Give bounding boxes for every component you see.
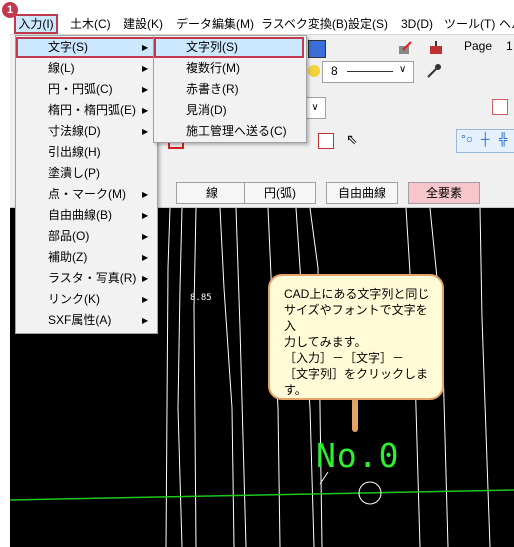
grid-icon[interactable] xyxy=(318,133,334,149)
line-sample xyxy=(347,71,393,72)
menu-item[interactable]: 自由曲線(B) ▶ xyxy=(16,205,155,226)
menu-raster-vector[interactable]: ラスベク変換(B) xyxy=(261,14,348,34)
submenu-arrow-icon: ▶ xyxy=(142,274,149,283)
callout-pointer xyxy=(352,398,358,432)
menu-item-label: 線(L) xyxy=(48,61,75,75)
menu-item[interactable]: 部品(O) ▶ xyxy=(16,226,155,247)
edit-icon[interactable] xyxy=(397,40,413,56)
menu-item[interactable]: 引出線(H) xyxy=(16,142,155,163)
menu-item[interactable]: 文字(S) ▶ xyxy=(16,37,155,58)
submenu-arrow-icon: ▶ xyxy=(142,106,149,115)
step-badge: 1 xyxy=(2,2,18,18)
menu-item-label: 点・マーク(M) xyxy=(48,187,126,201)
submenu-item-label: 赤書き(R) xyxy=(186,82,239,96)
tab-line[interactable]: 線 xyxy=(176,182,248,204)
input-menu: 文字(S) ▶ 線(L) ▶ 円・円弧(C) ▶ 楕円・楕円弧(E) ▶ 寸法線(D) ▶ 引出線(… xyxy=(15,35,158,334)
menu-item-label: 円・円弧(C) xyxy=(48,82,113,96)
submenu-item[interactable]: 赤書き(R) xyxy=(154,79,304,100)
menu-item-label: 塗潰し(P) xyxy=(48,166,100,180)
snap-center-icon[interactable]: °○ xyxy=(461,132,473,146)
menu-item[interactable]: 点・マーク(M) ▶ xyxy=(16,184,155,205)
snap-ortho-icon[interactable]: ╬ xyxy=(499,132,508,146)
submenu-item-label: 施工管理へ送る(C) xyxy=(186,124,287,138)
menu-construction[interactable]: 建設(K) xyxy=(123,14,163,34)
menu-item[interactable]: SXF属性(A) ▶ xyxy=(16,310,155,331)
line-width-select[interactable]: 8 ∨ xyxy=(322,61,414,83)
menu-input[interactable]: 入力(I) xyxy=(14,14,58,34)
menu-item[interactable]: 塗潰し(P) xyxy=(16,163,155,184)
chevron-down-icon: ∨ xyxy=(399,64,407,75)
menu-item-label: 引出線(H) xyxy=(48,145,101,159)
menu-bar: 入力(I) 土木(C) 建設(K) データ編集(M) ラスベク変換(B) 設定(… xyxy=(10,14,514,35)
tab-free-curve[interactable]: 自由曲線 xyxy=(326,182,398,204)
menu-civil[interactable]: 土木(C) xyxy=(70,14,111,34)
submenu-arrow-icon: ▶ xyxy=(142,85,149,94)
menu-data-edit[interactable]: データ編集(M) xyxy=(176,14,254,34)
submenu-arrow-icon: ▶ xyxy=(142,211,149,220)
submenu-arrow-icon: ▶ xyxy=(142,316,149,325)
submenu-item-label: 文字列(S) xyxy=(186,40,238,54)
cad-station-text[interactable]: No.0 xyxy=(316,436,399,475)
snap-tools: °○ ┼ ╬ xyxy=(456,129,514,153)
submenu-item[interactable]: 文字列(S) xyxy=(154,37,304,58)
menu-3d[interactable]: 3D(D) xyxy=(401,14,433,34)
submenu-item-label: 見消(D) xyxy=(186,103,227,117)
snap-cross-icon[interactable]: ┼ xyxy=(481,132,490,146)
tab-arc[interactable]: 円(弧) xyxy=(244,182,316,204)
eyedropper-icon[interactable] xyxy=(426,63,442,82)
tab-all-elements[interactable]: 全要素 xyxy=(408,182,480,204)
stamp-icon[interactable] xyxy=(428,40,444,56)
menu-item[interactable]: 楕円・楕円弧(E) ▶ xyxy=(16,100,155,121)
dimension-text: 8.85 xyxy=(190,293,212,303)
submenu-arrow-icon: ▶ xyxy=(142,64,149,73)
menu-item-label: リンク(K) xyxy=(48,292,100,306)
menu-item[interactable]: 寸法線(D) ▶ xyxy=(16,121,155,142)
menu-item-label: 楕円・楕円弧(E) xyxy=(48,103,136,117)
instruction-callout: CAD上にある文字列と同じ サイズやフォントで文字を入 力してみます。 ［入力］… xyxy=(268,274,444,400)
menu-item-label: 自由曲線(B) xyxy=(48,208,112,222)
menu-item[interactable]: 円・円弧(C) ▶ xyxy=(16,79,155,100)
menu-tools[interactable]: ツール(T) xyxy=(444,14,495,34)
text-submenu: 文字列(S) 複数行(M) 赤書き(R) 見消(D) 施工管理へ送る(C) xyxy=(153,35,307,143)
bulb-icon xyxy=(308,65,320,77)
menu-item[interactable]: リンク(K) ▶ xyxy=(16,289,155,310)
cursor-icon[interactable]: ⇖ xyxy=(346,131,358,148)
submenu-arrow-icon: ▶ xyxy=(142,43,149,52)
submenu-item[interactable]: 見消(D) xyxy=(154,100,304,121)
menu-item-label: ラスタ・写真(R) xyxy=(48,271,137,285)
menu-item[interactable]: 線(L) ▶ xyxy=(16,58,155,79)
submenu-arrow-icon: ▶ xyxy=(142,190,149,199)
menu-item-label: 部品(O) xyxy=(48,229,90,243)
submenu-item-label: 複数行(M) xyxy=(186,61,240,75)
dropdown-button[interactable]: ∨ xyxy=(304,97,326,119)
page-value[interactable]: 1 xyxy=(506,39,513,53)
layer-icon[interactable] xyxy=(492,99,508,115)
submenu-arrow-icon: ▶ xyxy=(142,232,149,241)
submenu-item[interactable]: 施工管理へ送る(C) xyxy=(154,121,304,142)
page-label: Page xyxy=(464,39,493,53)
submenu-item[interactable]: 複数行(M) xyxy=(154,58,304,79)
menu-item-label: 寸法線(D) xyxy=(48,124,101,138)
menu-item[interactable]: ラスタ・写真(R) ▶ xyxy=(16,268,155,289)
lock-icon[interactable] xyxy=(308,40,326,58)
menu-item[interactable]: 補助(Z) ▶ xyxy=(16,247,155,268)
submenu-arrow-icon: ▶ xyxy=(142,127,149,136)
menu-help[interactable]: ヘル xyxy=(499,14,514,34)
line-width-value: 8 xyxy=(331,64,338,78)
menu-item-label: 文字(S) xyxy=(48,40,88,54)
submenu-arrow-icon: ▶ xyxy=(142,253,149,262)
submenu-arrow-icon: ▶ xyxy=(142,295,149,304)
menu-item-label: 補助(Z) xyxy=(48,250,88,264)
menu-settings[interactable]: 設定(S) xyxy=(348,14,388,34)
menu-item-label: SXF属性(A) xyxy=(48,313,112,327)
callout-text: CAD上にある文字列と同じ サイズやフォントで文字を入 力してみます。 ［入力］… xyxy=(284,287,430,397)
